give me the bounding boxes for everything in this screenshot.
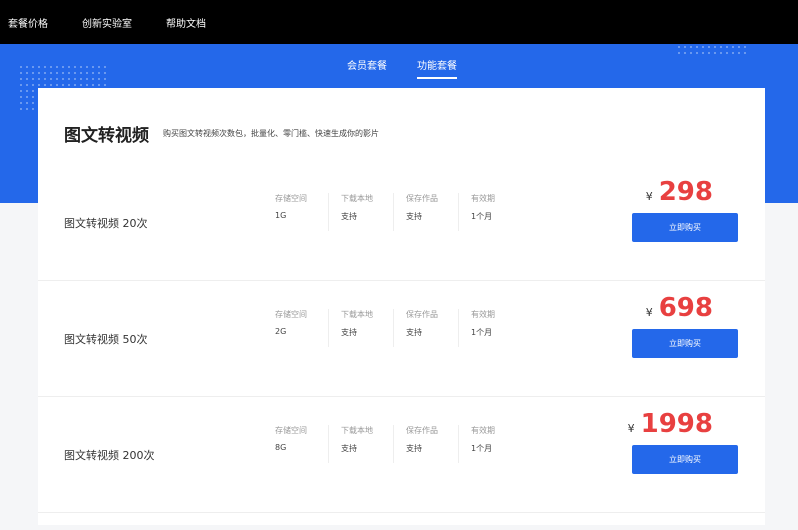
spec-value: 1G (275, 211, 287, 220)
spec-item: 有效期 1个月 (458, 425, 523, 463)
spec-item: 下载本地 支持 (328, 425, 393, 463)
package-row: 图文转视频 50次 存储空间 2G 下载本地 支持 保存作品 支持 有效期 1个月 ¥698 … (38, 281, 765, 397)
spec-value: 支持 (406, 444, 422, 453)
package-row: 图文转视频 200次 存储空间 8G 下载本地 支持 保存作品 支持 有效期 1个月 ¥199… (38, 397, 765, 513)
buy-now-button[interactable]: 立即购买 (632, 329, 738, 358)
spec-value: 1个月 (471, 328, 493, 337)
spec-value: 支持 (341, 328, 357, 337)
tab-member[interactable]: 会员套餐 (347, 57, 387, 79)
currency-symbol: ¥ (645, 190, 653, 203)
spec-label: 下载本地 (341, 194, 373, 203)
package-row: 图文转视频 20次 存储空间 1G 下载本地 支持 保存作品 支持 有效期 1个月 ¥298 … (38, 165, 765, 281)
spec-item: 有效期 1个月 (458, 193, 523, 231)
package-name: 图文转视频 20次 (64, 216, 148, 230)
top-nav: 套餐价格 创新实验室 帮助文档 (0, 0, 798, 44)
spec-label: 存储空间 (275, 194, 307, 203)
spec-label: 有效期 (471, 194, 495, 203)
spec-value: 支持 (341, 444, 357, 453)
spec-value: 支持 (406, 328, 422, 337)
section-subtitle: 购买图文转视频次数包，批量化、零门槛、快速生成你的影片 (163, 129, 379, 138)
nav-item-docs[interactable]: 帮助文档 (166, 15, 206, 30)
spec-value: 支持 (406, 212, 422, 221)
spec-label: 下载本地 (341, 426, 373, 435)
tab-feature[interactable]: 功能套餐 (417, 57, 457, 79)
buy-now-button[interactable]: 立即购买 (632, 213, 738, 242)
spec-label: 有效期 (471, 426, 495, 435)
buy-now-button[interactable]: 立即购买 (632, 445, 738, 474)
spec-value: 1个月 (471, 444, 493, 453)
spec-item: 下载本地 支持 (328, 309, 393, 347)
spec-label: 保存作品 (406, 426, 438, 435)
spec-item: 保存作品 支持 (393, 309, 458, 347)
price: ¥1998 (628, 409, 713, 439)
package-tabs: 会员套餐 功能套餐 (0, 57, 798, 79)
spec-list: 存储空间 8G 下载本地 支持 保存作品 支持 有效期 1个月 (263, 425, 523, 463)
spec-value: 8G (275, 443, 287, 452)
dot-pattern (676, 44, 746, 58)
section-title: 图文转视频 (64, 126, 149, 146)
price-value: 698 (658, 293, 713, 323)
spec-label: 存储空间 (275, 310, 307, 319)
spec-list: 存储空间 1G 下载本地 支持 保存作品 支持 有效期 1个月 (263, 193, 523, 231)
spec-list: 存储空间 2G 下载本地 支持 保存作品 支持 有效期 1个月 (263, 309, 523, 347)
package-name: 图文转视频 50次 (64, 332, 148, 346)
nav-item-lab[interactable]: 创新实验室 (82, 15, 132, 30)
spec-value: 2G (275, 327, 287, 336)
spec-item: 存储空间 8G (263, 425, 328, 463)
spec-label: 保存作品 (406, 310, 438, 319)
price-value: 298 (658, 177, 713, 207)
currency-symbol: ¥ (627, 422, 635, 435)
spec-item: 保存作品 支持 (393, 193, 458, 231)
spec-value: 1个月 (471, 212, 493, 221)
currency-symbol: ¥ (645, 306, 653, 319)
spec-label: 存储空间 (275, 426, 307, 435)
spec-item: 存储空间 2G (263, 309, 328, 347)
spec-item: 下载本地 支持 (328, 193, 393, 231)
spec-label: 有效期 (471, 310, 495, 319)
nav-item-pricing[interactable]: 套餐价格 (8, 15, 48, 30)
spec-label: 保存作品 (406, 194, 438, 203)
package-name: 图文转视频 200次 (64, 448, 155, 462)
spec-item: 存储空间 1G (263, 193, 328, 231)
price: ¥698 (646, 293, 713, 323)
price: ¥298 (646, 177, 713, 207)
spec-value: 支持 (341, 212, 357, 221)
spec-item: 保存作品 支持 (393, 425, 458, 463)
spec-item: 有效期 1个月 (458, 309, 523, 347)
price-value: 1998 (640, 409, 713, 439)
spec-label: 下载本地 (341, 310, 373, 319)
package-card: 图文转视频 购买图文转视频次数包，批量化、零门槛、快速生成你的影片 图文转视频 … (38, 88, 765, 525)
